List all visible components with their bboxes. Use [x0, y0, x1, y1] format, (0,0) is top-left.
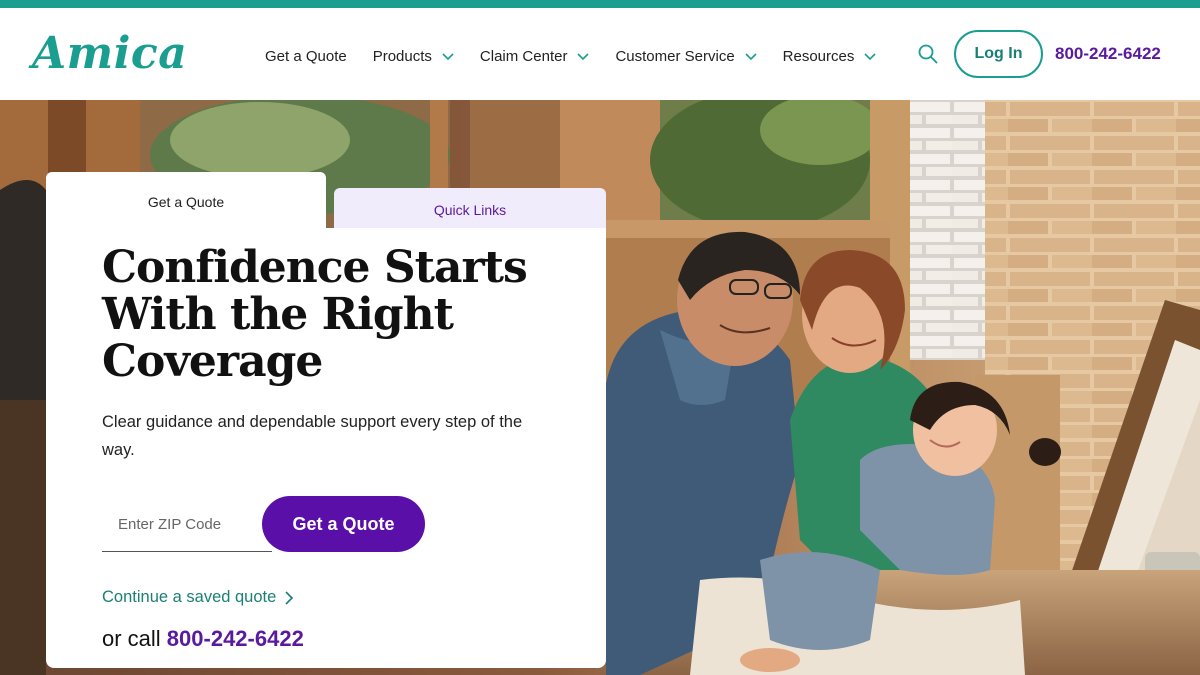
tab-quick-links[interactable]: Quick Links	[334, 188, 606, 232]
get-a-quote-button[interactable]: Get a Quote	[262, 496, 425, 552]
nav-products[interactable]: Products	[373, 48, 454, 65]
login-button[interactable]: Log In	[954, 30, 1043, 78]
nav-label: Claim Center	[479, 47, 568, 65]
chevron-right-icon	[285, 590, 294, 605]
zip-field	[102, 498, 272, 552]
hero-title: Confidence Starts With the Right Coverag…	[102, 242, 528, 387]
quote-card: Confidence Starts With the Right Coverag…	[46, 228, 606, 668]
chevron-down-icon	[745, 53, 757, 61]
tab-label: Quick Links	[433, 202, 507, 218]
chevron-down-icon	[577, 53, 590, 61]
continue-saved-quote-link[interactable]: Continue a saved quote	[102, 588, 294, 607]
saved-quote-label: Continue a saved quote	[102, 588, 277, 606]
hero-subtitle: Clear guidance and dependable support ev…	[102, 413, 523, 459]
nav-claim-center[interactable]: Claim Center	[480, 48, 590, 65]
search-icon[interactable]	[917, 43, 939, 65]
chevron-down-icon	[864, 53, 876, 61]
nav-get-a-quote[interactable]: Get a Quote	[265, 48, 347, 65]
amica-logo[interactable]: Amica	[32, 28, 187, 79]
tab-get-a-quote[interactable]: Get a Quote	[46, 172, 326, 232]
call-line: or call 800-242-6422	[102, 626, 304, 652]
zip-code-input[interactable]	[102, 498, 272, 551]
main-nav: Get a Quote Products Claim Center Custom…	[265, 44, 902, 68]
call-phone-link[interactable]: 800-242-6422	[167, 626, 304, 651]
nav-resources[interactable]: Resources	[783, 48, 877, 65]
tab-label: Get a Quote	[147, 194, 225, 210]
chevron-down-icon	[442, 53, 454, 61]
header-phone-link[interactable]: 800-242-6422	[1055, 44, 1161, 64]
call-prefix: or call	[102, 626, 167, 651]
nav-label: Get a Quote	[265, 47, 347, 65]
top-accent-bar	[0, 0, 1200, 8]
nav-customer-service[interactable]: Customer Service	[615, 47, 757, 65]
nav-label: Customer Service	[615, 47, 735, 65]
site-header: Amica Get a Quote Products Claim Center …	[0, 8, 1200, 100]
nav-label: Products	[372, 47, 432, 65]
nav-label: Resources	[782, 47, 855, 65]
